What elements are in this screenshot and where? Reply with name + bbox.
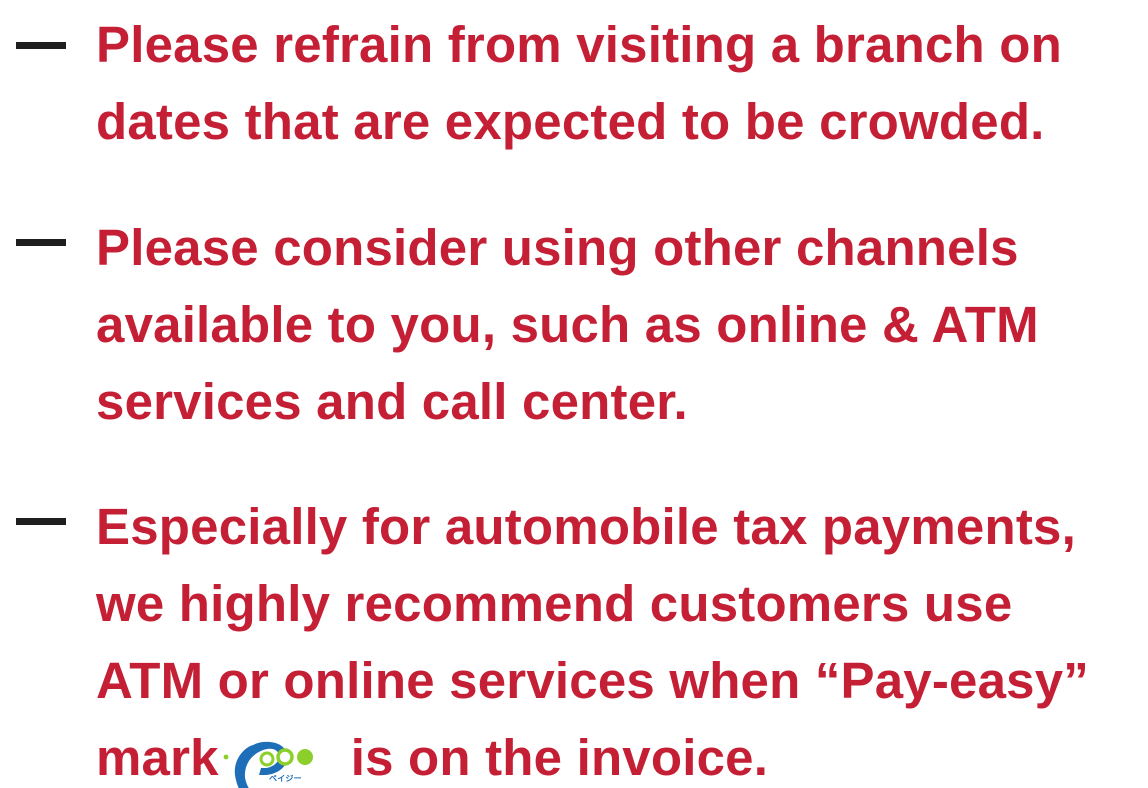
notice-line: Please consider using other channels xyxy=(96,219,1019,276)
pay-easy-logo-icon: ペイジー ay-easy xyxy=(223,741,330,788)
notice-page: Please refrain from visiting a branch on… xyxy=(0,0,1148,788)
notice-line: services and call center. xyxy=(96,373,688,430)
notice-line-end: is on the invoice. xyxy=(350,729,769,786)
notice-text: Please refrain from visiting a branch on… xyxy=(96,6,1148,160)
dash-bullet-icon xyxy=(16,239,66,246)
notice-line-start: mark xyxy=(96,729,219,786)
notice-line: Especially for automobile tax payments, xyxy=(96,498,1076,555)
logo-wordmark: ay-easy xyxy=(255,782,330,788)
notice-line: available to you, such as online & ATM xyxy=(96,296,1039,353)
notice-line: dates that are expected to be crowded. xyxy=(96,93,1045,150)
notice-line: Please refrain from visiting a branch on xyxy=(96,16,1062,73)
dash-bullet-icon xyxy=(16,42,66,49)
notice-line: we highly recommend customers use xyxy=(96,575,1013,632)
notice-text: Please consider using other channels ava… xyxy=(96,209,1148,440)
notice-line: ATM or online services when “Pay-easy” xyxy=(96,652,1090,709)
notice-text: Especially for automobile tax payments, … xyxy=(96,488,1148,788)
dash-bullet-icon xyxy=(16,518,66,525)
notice-line-with-logo: mark ペイジー ay-easy is on the invoice. xyxy=(96,719,1148,788)
